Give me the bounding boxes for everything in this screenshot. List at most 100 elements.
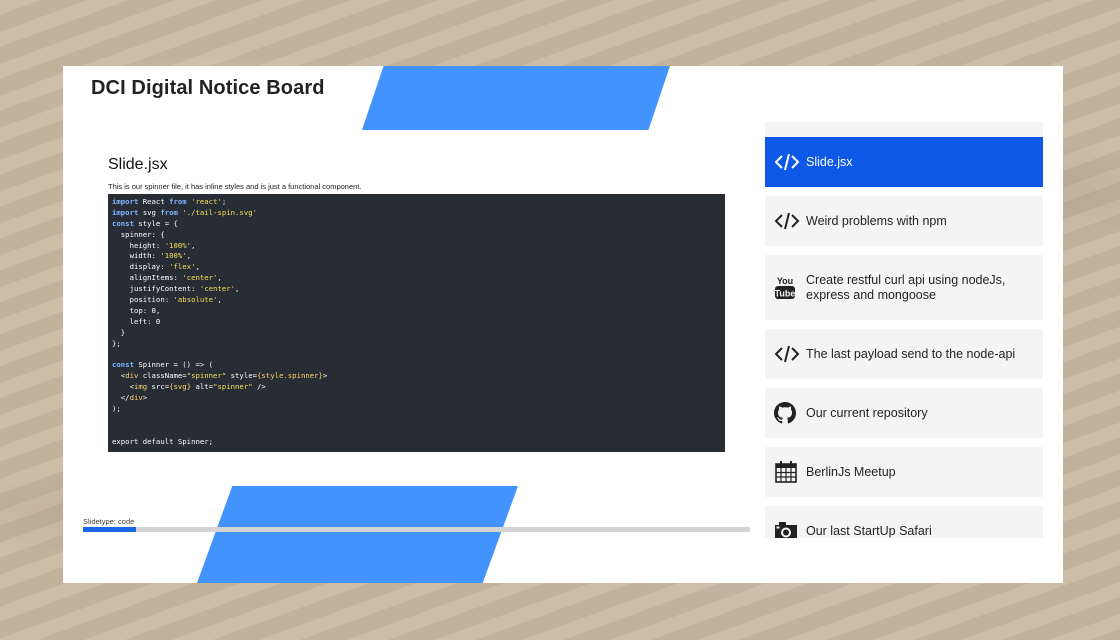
code-token: "spinner" xyxy=(186,371,227,381)
sidebar-item-label: Our current repository xyxy=(806,405,928,420)
calendar-icon xyxy=(774,460,802,484)
code-token: div xyxy=(125,371,139,381)
code-line: left: 0 xyxy=(112,317,721,328)
sidebar-item-label: Our last StartUp Safari xyxy=(806,523,932,538)
code-token: 'absolute' xyxy=(173,295,218,305)
decorative-parallelogram-top xyxy=(362,66,670,130)
code-token: 'center' xyxy=(199,284,236,294)
code-line: position: 'absolute', xyxy=(112,295,721,306)
notice-board: DCI Digital Notice Board Slide.jsx This … xyxy=(63,66,1063,583)
sidebar-item[interactable]: The last payload send to the node-api xyxy=(765,329,1043,379)
code-token: img xyxy=(133,382,148,392)
code-token: export default Spinner; xyxy=(112,436,214,446)
code-token: className= xyxy=(138,371,187,381)
slide-title: Slide.jsx xyxy=(108,156,168,173)
sidebar-item-label: Create restful curl api using nodeJs, ex… xyxy=(806,272,1006,302)
code-icon xyxy=(774,152,802,172)
camera-icon xyxy=(774,520,802,538)
sidebar-item-label: BerlinJs Meetup xyxy=(806,464,896,479)
code-token: }; xyxy=(112,338,121,348)
slide-list-top-edge xyxy=(765,122,1043,137)
code-token: '100%' xyxy=(160,251,187,261)
page-title: DCI Digital Notice Board xyxy=(91,77,325,99)
code-token: src= xyxy=(147,382,170,392)
sidebar-item[interactable]: You Tube Create restful curl api using nod… xyxy=(765,255,1043,320)
sidebar-item-label: The last payload send to the node-api xyxy=(806,346,1016,361)
code-line: </div> xyxy=(112,393,721,404)
sidebar-item[interactable]: Our current repository xyxy=(765,388,1043,438)
code-token: width: xyxy=(112,251,161,261)
code-token: from xyxy=(169,197,187,206)
code-block: import React from 'react'; import svg fro… xyxy=(108,194,725,452)
code-token: const xyxy=(112,218,134,228)
code-line: width: '100%', xyxy=(112,251,721,262)
code-token: 'flex' xyxy=(169,262,196,272)
code-token: style= xyxy=(226,371,258,381)
slide-list[interactable]: Slide.jsx Weird problems with npm You Tube C… xyxy=(765,122,1043,538)
code-token: < xyxy=(112,382,134,392)
code-token: } xyxy=(112,327,126,337)
code-token: position: xyxy=(112,295,174,305)
code-token: spinner: { xyxy=(112,229,165,239)
code-token: 'center' xyxy=(182,273,218,283)
code-token: div xyxy=(129,393,143,403)
code-icon xyxy=(774,344,802,364)
code-line: import React from 'react'; xyxy=(112,197,721,208)
code-token: , xyxy=(217,295,222,305)
code-token: import xyxy=(112,197,139,206)
code-line: display: 'flex', xyxy=(112,262,721,273)
code-token: ; xyxy=(221,197,227,206)
code-token: display: xyxy=(112,262,170,272)
code-token: {style.spinner} xyxy=(257,371,323,381)
code-token: alt= xyxy=(191,382,214,392)
code-icon xyxy=(774,211,802,231)
code-token: , xyxy=(235,284,240,294)
code-token: import xyxy=(112,207,139,217)
code-token: , xyxy=(195,262,200,272)
github-icon xyxy=(774,402,802,424)
code-token: React xyxy=(138,197,170,206)
code-token: height: xyxy=(112,240,165,250)
code-line: height: '100%', xyxy=(112,241,721,252)
code-token: ); xyxy=(112,403,121,413)
code-token: , xyxy=(217,273,222,283)
code-token: const xyxy=(112,360,134,370)
code-line: <img src={svg} alt="spinner" /> xyxy=(112,382,721,393)
sidebar-item-label: Weird problems with npm xyxy=(806,213,947,228)
sidebar-item[interactable]: Our last StartUp Safari xyxy=(765,506,1043,538)
code-token: Spinner = () => ( xyxy=(133,360,214,370)
code-token: , xyxy=(186,251,192,261)
slide-type-label: Slidetype: code xyxy=(83,517,135,526)
code-line: <div className="spinner" style={style.sp… xyxy=(112,371,721,382)
code-token: alignItems: xyxy=(112,273,183,283)
code-line: top: 0, xyxy=(112,306,721,317)
code-token: top: 0, xyxy=(112,305,161,315)
slide-progress-bar xyxy=(83,527,750,532)
code-token: "spinner" xyxy=(213,382,253,392)
youtube-icon: You Tube xyxy=(774,275,802,301)
code-token: {svg} xyxy=(169,382,192,392)
code-token: </ xyxy=(112,393,130,403)
code-token: svg xyxy=(138,207,161,217)
code-token: justifyContent: xyxy=(112,284,200,294)
sidebar-item[interactable]: BerlinJs Meetup xyxy=(765,447,1043,497)
sidebar-item[interactable]: Slide.jsx xyxy=(765,137,1043,187)
sidebar-item[interactable]: Weird problems with npm xyxy=(765,196,1043,246)
code-line: justifyContent: 'center', xyxy=(112,284,721,295)
code-token: './tail-spin.svg' xyxy=(182,207,257,217)
decorative-parallelogram-bottom xyxy=(197,486,518,583)
code-token: < xyxy=(112,371,126,381)
slide-progress-fill xyxy=(83,527,137,532)
code-line: import svg from './tail-spin.svg' xyxy=(112,208,721,219)
code-token: style = { xyxy=(133,218,178,228)
code-line: spinner: { xyxy=(112,230,721,241)
slide-description: This is our spinner file, it has inline … xyxy=(108,182,362,191)
code-line: ); xyxy=(112,404,721,415)
svg-text:You: You xyxy=(777,276,793,286)
code-token: '100%' xyxy=(164,240,192,250)
code-token: , xyxy=(191,240,196,250)
code-token: from xyxy=(160,207,178,217)
